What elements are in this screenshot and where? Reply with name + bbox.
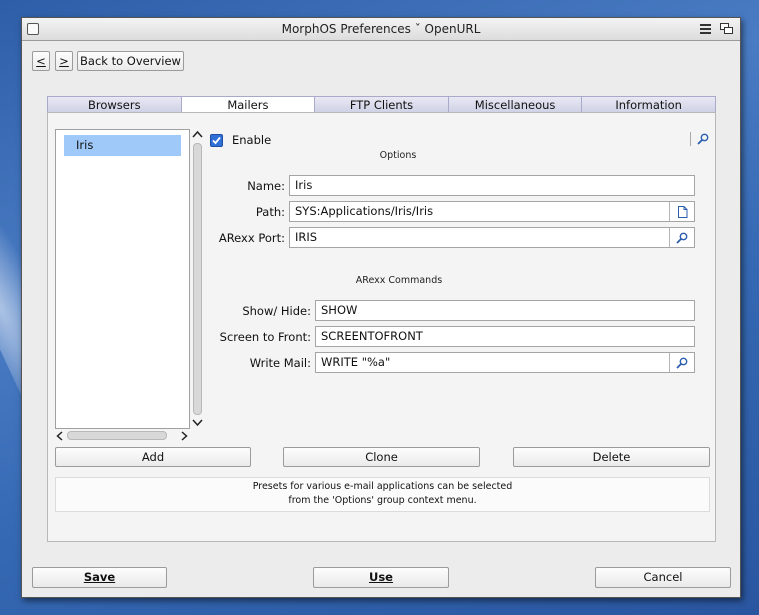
enable-label: Enable <box>232 133 272 147</box>
show-hide-field[interactable]: SHOW <box>315 300 695 321</box>
horizontal-scroll-track[interactable] <box>67 431 167 440</box>
tab-mailers[interactable]: Mailers <box>181 96 316 113</box>
arexx-port-field[interactable]: IRIS <box>289 227 695 248</box>
arexx-port-label: ARexx Port: <box>218 231 285 245</box>
options-heading: Options <box>379 150 417 161</box>
tab-bar: Browsers Mailers FTP Clients Miscellaneo… <box>47 96 716 113</box>
write-mail-search-icon[interactable] <box>669 353 694 372</box>
save-button[interactable]: Save <box>32 567 167 588</box>
add-button[interactable]: Add <box>55 447 251 467</box>
write-mail-field[interactable]: WRITE "%a" <box>315 352 695 373</box>
window-title: MorphOS Preferences ˇ OpenURL <box>281 22 481 36</box>
help-note-line2: from the 'Options' group context menu. <box>288 495 477 506</box>
mailers-panel: Iris Enable Options Name: Iris Path: SYS… <box>47 112 716 542</box>
horizontal-scrollbar[interactable] <box>55 429 190 443</box>
help-note-line1: Presets for various e-mail applications … <box>252 481 513 492</box>
write-mail-label: Write Mail: <box>249 356 311 370</box>
delete-button[interactable]: Delete <box>513 447 710 467</box>
show-hide-label: Show/ Hide: <box>242 304 311 318</box>
depth-gadget-icon[interactable] <box>719 22 733 35</box>
screen-to-front-field[interactable]: SCREENTOFRONT <box>315 326 695 347</box>
checkmark-icon <box>212 136 221 145</box>
path-field[interactable]: SYS:Applications/Iris/Iris <box>289 201 695 222</box>
vertical-scroll-track[interactable] <box>193 143 202 415</box>
next-button[interactable]: > <box>55 51 73 71</box>
tab-ftp-clients[interactable]: FTP Clients <box>315 96 449 113</box>
title-bar[interactable]: MorphOS Preferences ˇ OpenURL <box>22 18 740 41</box>
scroll-left-icon[interactable] <box>56 431 64 443</box>
tab-miscellaneous[interactable]: Miscellaneous <box>448 96 583 113</box>
menu-icon[interactable] <box>698 22 712 35</box>
options-search-icon[interactable] <box>697 133 709 148</box>
clone-button[interactable]: Clone <box>283 447 480 467</box>
tab-information[interactable]: Information <box>582 96 716 113</box>
divider <box>690 132 691 146</box>
cancel-button[interactable]: Cancel <box>595 567 731 588</box>
scroll-up-icon[interactable] <box>192 129 203 140</box>
list-item[interactable]: Iris <box>64 135 181 156</box>
prev-button[interactable]: < <box>32 51 50 71</box>
name-label: Name: <box>247 179 285 193</box>
tab-browsers[interactable]: Browsers <box>47 96 182 113</box>
enable-checkbox[interactable] <box>210 134 223 147</box>
preferences-window: MorphOS Preferences ˇ OpenURL < > Back t… <box>21 17 741 598</box>
screen-to-front-label: Screen to Front: <box>219 330 311 344</box>
help-note: Presets for various e-mail applications … <box>55 477 710 512</box>
vertical-scrollbar[interactable] <box>191 129 204 429</box>
back-to-overview-button[interactable]: Back to Overview <box>77 51 184 71</box>
arexx-commands-heading: ARexx Commands <box>355 275 443 286</box>
use-button[interactable]: Use <box>313 567 449 588</box>
file-requester-icon[interactable] <box>669 202 694 221</box>
port-search-icon[interactable] <box>669 228 694 247</box>
name-field[interactable]: Iris <box>289 175 695 196</box>
path-label: Path: <box>255 205 285 219</box>
scroll-down-icon[interactable] <box>192 418 203 429</box>
scroll-right-icon[interactable] <box>180 431 188 443</box>
mailer-list[interactable]: Iris <box>55 129 190 429</box>
